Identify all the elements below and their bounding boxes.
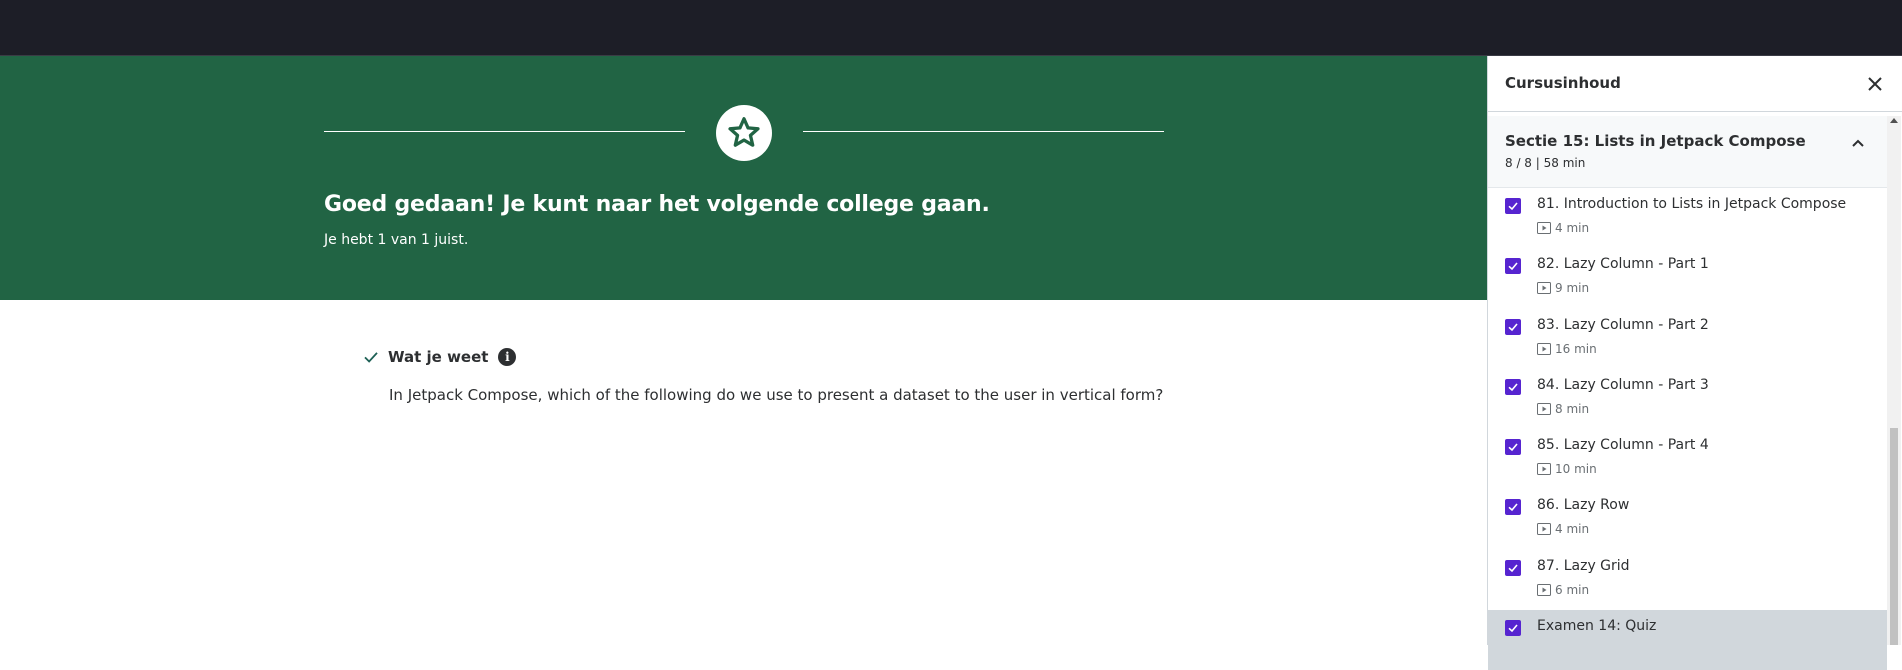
lecture-title: 87. Lazy Grid <box>1537 557 1630 574</box>
divider-right <box>803 131 1164 132</box>
scroll-up-arrow-icon[interactable] <box>1890 118 1898 123</box>
lecture-title: 85. Lazy Column - Part 4 <box>1537 437 1709 454</box>
completed-checkbox[interactable] <box>1505 318 1521 335</box>
lecture-duration: 9 min <box>1537 281 1589 295</box>
lecture-item[interactable]: 84. Lazy Column - Part 3 8 min <box>1488 369 1887 429</box>
video-icon <box>1537 523 1551 536</box>
lecture-duration: 16 min <box>1537 342 1597 356</box>
completed-checkbox[interactable] <box>1505 439 1521 456</box>
completed-checkbox[interactable] <box>1505 258 1521 275</box>
lecture-title: 83. Lazy Column - Part 2 <box>1537 316 1709 333</box>
course-content-sidebar: Cursusinhoud Sectie 15: Lists in Jetpack… <box>1487 56 1902 670</box>
lecture-duration: 4 min <box>1537 522 1589 536</box>
star-badge <box>716 105 772 161</box>
video-icon <box>1537 342 1551 355</box>
completed-checkbox[interactable] <box>1505 499 1521 516</box>
lecture-duration: 6 min <box>1537 583 1589 597</box>
result-title: Goed gedaan! Je kunt naar het volgende c… <box>324 192 990 217</box>
answer-summary: Wat je weet i In Jetpack Compose, which … <box>362 348 1163 404</box>
quiz-result-banner: Goed gedaan! Je kunt naar het volgende c… <box>0 56 1487 300</box>
completed-checkbox[interactable] <box>1505 559 1521 576</box>
info-icon[interactable]: i <box>498 348 517 366</box>
lecture-item[interactable]: 85. Lazy Column - Part 4 10 min <box>1488 429 1887 489</box>
lecture-title: 81. Introduction to Lists in Jetpack Com… <box>1537 196 1847 212</box>
section-title: Sectie 15: Lists in Jetpack Compose <box>1505 132 1806 150</box>
question-text: In Jetpack Compose, which of the followi… <box>389 386 1164 404</box>
top-navigation-bar <box>0 0 1902 56</box>
answer-label: Wat je weet <box>388 348 489 366</box>
lecture-title: Examen 14: Quiz <box>1537 618 1657 635</box>
lecture-list: 81. Introduction to Lists in Jetpack Com… <box>1488 188 1887 670</box>
completed-checkbox[interactable] <box>1505 378 1521 395</box>
check-icon <box>364 352 378 363</box>
lecture-duration: 10 min <box>1537 462 1597 476</box>
lecture-item[interactable]: 86. Lazy Row 4 min <box>1488 489 1887 549</box>
completed-checkbox[interactable] <box>1505 620 1521 637</box>
sidebar-header: Cursusinhoud <box>1488 56 1902 112</box>
section-meta: 8 / 8 | 58 min <box>1505 156 1586 170</box>
lecture-item-current[interactable]: Examen 14: Quiz <box>1488 610 1887 670</box>
lecture-title: 84. Lazy Column - Part 3 <box>1537 376 1709 393</box>
lecture-item[interactable]: 83. Lazy Column - Part 2 16 min <box>1488 309 1887 369</box>
section-header[interactable]: Sectie 15: Lists in Jetpack Compose 8 / … <box>1488 116 1887 188</box>
sidebar-title: Cursusinhoud <box>1505 74 1621 92</box>
lecture-title: 82. Lazy Column - Part 1 <box>1537 256 1709 273</box>
lecture-item[interactable]: 82. Lazy Column - Part 1 9 min <box>1488 248 1887 308</box>
chevron-up-icon[interactable] <box>1849 135 1867 153</box>
video-icon <box>1537 463 1551 476</box>
lecture-item[interactable]: 81. Introduction to Lists in Jetpack Com… <box>1488 188 1887 248</box>
divider-left <box>324 131 685 132</box>
scrollbar-thumb[interactable] <box>1890 428 1898 645</box>
lecture-title: 86. Lazy Row <box>1537 497 1630 514</box>
video-icon <box>1537 282 1551 295</box>
close-icon[interactable] <box>1865 74 1885 94</box>
video-icon <box>1537 402 1551 415</box>
video-icon <box>1537 222 1551 234</box>
lecture-duration: 4 min <box>1537 221 1589 235</box>
lecture-duration: 8 min <box>1537 402 1589 416</box>
sidebar-scrollbar[interactable] <box>1887 116 1901 645</box>
star-icon <box>728 117 760 147</box>
result-score: Je hebt 1 van 1 juist. <box>324 232 469 248</box>
lecture-item[interactable]: 87. Lazy Grid 6 min <box>1488 550 1887 610</box>
completed-checkbox[interactable] <box>1505 198 1521 214</box>
video-icon <box>1537 583 1551 596</box>
main-content: Goed gedaan! Je kunt naar het volgende c… <box>0 56 1487 645</box>
